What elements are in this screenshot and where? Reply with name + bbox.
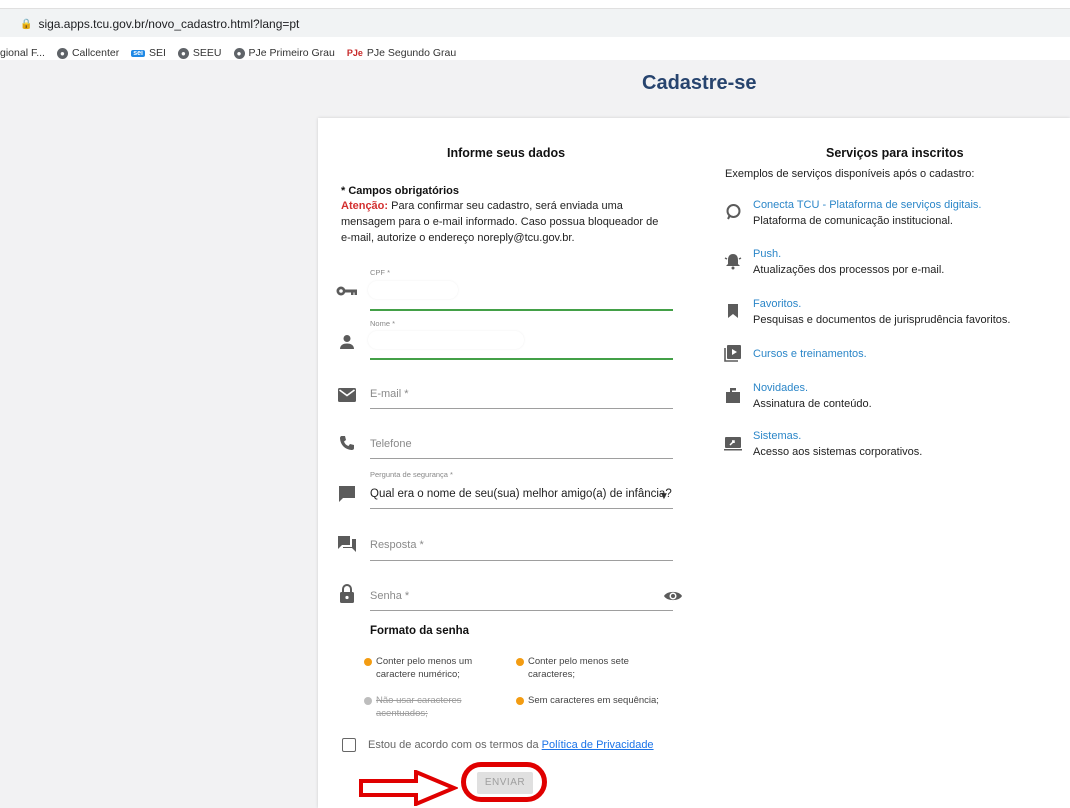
- nome-input[interactable]: [368, 331, 524, 349]
- required-note: * Campos obrigatórios: [341, 185, 459, 197]
- status-dot-icon: [516, 697, 524, 705]
- phone-icon: [336, 432, 358, 454]
- eye-icon[interactable]: [663, 586, 683, 606]
- forum-icon: [336, 533, 358, 555]
- bookmark-item[interactable]: sei SEI: [131, 47, 166, 59]
- cpf-underline: [370, 309, 673, 311]
- service-desc: Assinatura de conteúdo.: [753, 398, 872, 410]
- screen-share-icon: [722, 432, 744, 454]
- password-rule: Sem caracteres em sequência;: [516, 694, 663, 707]
- browser-chrome: 🔒 siga.apps.tcu.gov.br/novo_cadastro.htm…: [0, 0, 1070, 60]
- resposta-input[interactable]: Resposta *: [370, 539, 424, 551]
- pergunta-underline: [370, 508, 673, 509]
- password-rule: Não usar caracteres acentuados;: [364, 694, 511, 720]
- chat-icon: [336, 483, 358, 505]
- mailbox-icon: [722, 384, 744, 406]
- service-desc: Pesquisas e documentos de jurisprudência…: [753, 314, 1011, 326]
- attention-label: Atenção:: [341, 200, 389, 212]
- red-circle-annotation: [461, 762, 547, 802]
- url-display[interactable]: 🔒 siga.apps.tcu.gov.br/novo_cadastro.htm…: [20, 17, 299, 31]
- services-heading: Serviços para inscritos: [826, 146, 964, 160]
- service-link-cursos[interactable]: Cursos e treinamentos.: [753, 348, 867, 360]
- chevron-down-icon[interactable]: ▼: [659, 491, 669, 502]
- nome-underline: [370, 358, 673, 360]
- pergunta-select[interactable]: Qual era o nome de seu(sua) melhor amigo…: [370, 488, 672, 500]
- bookmark-item[interactable]: ● PJe Primeiro Grau: [233, 47, 335, 59]
- lock-icon: [336, 583, 358, 605]
- telefone-input[interactable]: Telefone: [370, 438, 412, 450]
- privacy-policy-link[interactable]: Política de Privacidade: [542, 739, 654, 751]
- bookmark-icon: [722, 300, 744, 322]
- services-subtitle: Exemplos de serviços disponíveis após o …: [725, 168, 975, 180]
- service-link-push[interactable]: Push.: [753, 248, 781, 260]
- globe-icon: ●: [233, 47, 245, 59]
- bookmark-item[interactable]: ● Callcenter: [56, 47, 119, 59]
- nome-label: Nome *: [370, 319, 396, 328]
- cpf-label: CPF *: [370, 268, 391, 277]
- attention-notice: Atenção: Para confirmar seu cadastro, se…: [341, 198, 666, 246]
- lock-icon: 🔒: [20, 18, 33, 30]
- bookmark-item[interactable]: ● SEEU: [177, 47, 222, 59]
- attention-text: Para confirmar seu cadastro, será enviad…: [341, 200, 659, 244]
- globe-icon: ●: [56, 47, 68, 59]
- password-format-title: Formato da senha: [370, 625, 470, 637]
- privacy-agreement: Estou de acordo com os termos da Polític…: [368, 739, 654, 751]
- service-desc: Plataforma de comunicação institucional.: [753, 215, 953, 227]
- service-link-novidades[interactable]: Novidades.: [753, 382, 808, 394]
- status-dot-icon: [364, 697, 372, 705]
- key-icon: [336, 280, 358, 302]
- mail-icon: [336, 384, 358, 406]
- sei-logo-icon: sei: [131, 49, 145, 57]
- video-library-icon: [722, 342, 744, 364]
- form-heading: Informe seus dados: [447, 146, 566, 160]
- bell-icon: [722, 250, 744, 272]
- chat-bubble-icon: [722, 201, 744, 223]
- red-arrow-annotation: [359, 770, 458, 806]
- email-underline: [370, 408, 673, 409]
- page-title: Cadastre-se: [642, 72, 757, 94]
- service-link-sistemas[interactable]: Sistemas.: [753, 430, 801, 442]
- status-dot-icon: [516, 658, 524, 666]
- service-desc: Acesso aos sistemas corporativos.: [753, 446, 923, 458]
- url-text: siga.apps.tcu.gov.br/novo_cadastro.html?…: [38, 17, 300, 31]
- password-rule: Conter pelo menos um caractere numérico;: [364, 655, 511, 681]
- senha-input[interactable]: Senha *: [370, 590, 409, 602]
- telefone-underline: [370, 458, 673, 459]
- service-desc: Atualizações dos processos por e-mail.: [753, 264, 945, 276]
- service-link-conecta[interactable]: Conecta TCU - Plataforma de serviços dig…: [753, 199, 981, 211]
- bookmark-item[interactable]: PJe PJe Segundo Grau: [347, 47, 456, 59]
- status-dot-icon: [364, 658, 372, 666]
- pje-logo-icon: PJe: [346, 48, 363, 58]
- password-rule: Conter pelo menos sete caracteres;: [516, 655, 663, 681]
- privacy-checkbox[interactable]: [342, 738, 356, 752]
- cpf-input[interactable]: [368, 281, 458, 299]
- senha-underline: [370, 610, 673, 611]
- person-icon: [336, 331, 358, 353]
- bookmarks-bar: gional F... ● Callcenter sei SEI ● SEEU ● PJ…: [0, 44, 468, 62]
- email-input[interactable]: E-mail *: [370, 388, 409, 400]
- bookmark-item[interactable]: gional F...: [0, 47, 45, 59]
- pergunta-label: Pergunta de segurança *: [370, 470, 453, 479]
- service-link-favoritos[interactable]: Favoritos.: [753, 298, 801, 310]
- globe-icon: ●: [177, 47, 189, 59]
- resposta-underline: [370, 560, 673, 561]
